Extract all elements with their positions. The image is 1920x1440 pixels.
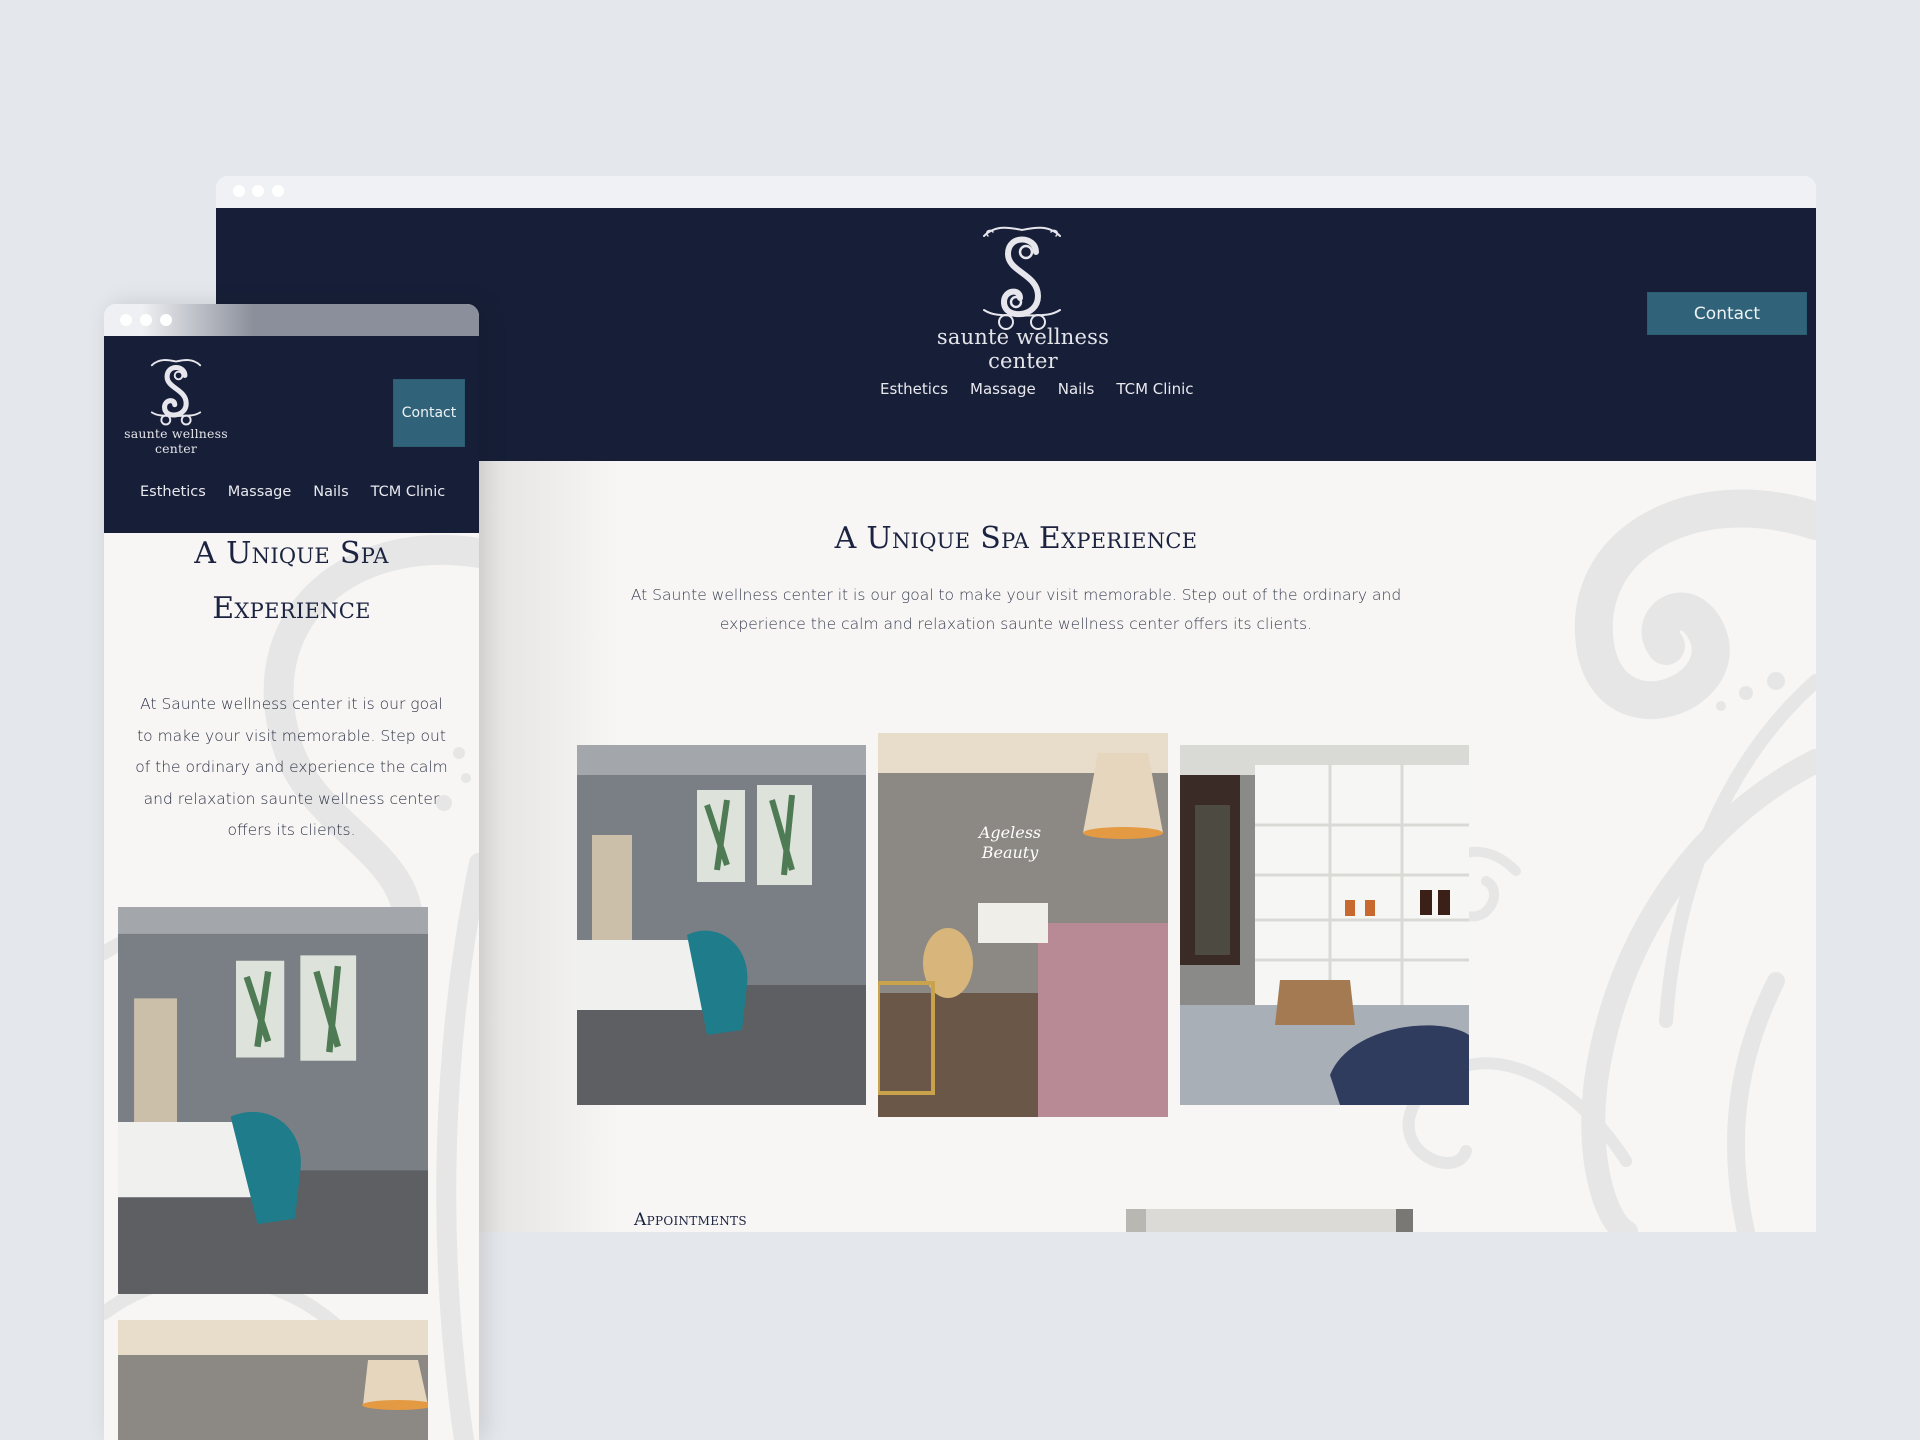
window-dot-icon bbox=[160, 314, 172, 326]
mobile-gallery-photo-esthetics-room[interactable] bbox=[118, 1320, 428, 1440]
appointments-photo bbox=[1126, 1209, 1413, 1232]
brand-name-line2: center bbox=[154, 441, 198, 456]
nav-item-tcm-clinic[interactable]: TCM Clinic bbox=[1116, 380, 1193, 398]
gallery-photo-esthetics-room[interactable]: Ageless Beauty bbox=[878, 733, 1168, 1117]
window-dot-icon bbox=[120, 314, 132, 326]
mobile-gallery-photo-massage-room[interactable] bbox=[118, 907, 428, 1294]
neon-sign-text: Beauty bbox=[981, 843, 1040, 862]
contact-button[interactable]: Contact bbox=[1647, 292, 1807, 335]
hero-paragraph-line1: At Saunte wellness center it is our goal… bbox=[630, 586, 1402, 604]
hero-paragraph: At Saunte wellness center it is our goal… bbox=[466, 581, 1566, 639]
brand-name[interactable]: saunte wellness center bbox=[916, 325, 1130, 373]
mobile-browser-mockup: saunte wellness center Contact Esthetics… bbox=[104, 304, 479, 1440]
window-dot-icon bbox=[272, 185, 284, 197]
mobile-hero-heading: A Unique Spa Experience bbox=[104, 526, 479, 636]
ornate-s-monogram-icon[interactable] bbox=[978, 222, 1066, 334]
mobile-hero-paragraph-line: offers its clients. bbox=[227, 821, 356, 839]
brand-name-line1: saunte wellness bbox=[124, 426, 228, 441]
mobile-hero-paragraph-line: to make your visit memorable. Step out bbox=[137, 726, 446, 745]
window-dot-icon bbox=[252, 185, 264, 197]
brand-name-line2: center bbox=[988, 349, 1058, 373]
browser-chrome-bar bbox=[216, 176, 1816, 208]
neon-sign-text: Ageless bbox=[977, 823, 1041, 842]
ornate-s-monogram-icon[interactable] bbox=[148, 356, 204, 428]
nav-item-massage[interactable]: Massage bbox=[228, 484, 292, 500]
nav-item-nails[interactable]: Nails bbox=[313, 484, 348, 500]
mobile-brand-name[interactable]: saunte wellness center bbox=[122, 426, 230, 456]
nav-item-esthetics[interactable]: Esthetics bbox=[880, 380, 948, 398]
hero-heading: A Unique Spa Experience bbox=[834, 521, 1198, 556]
mobile-hero-paragraph-line: and relaxation saunte wellness center bbox=[143, 789, 440, 808]
mobile-hero-paragraph-line: of the ordinary and experience the calm bbox=[135, 758, 448, 776]
mobile-hero-paragraph: At Saunte wellness center it is our goal… bbox=[104, 689, 479, 847]
brand-name-line1: saunte wellness bbox=[936, 325, 1110, 349]
appointments-heading: Appointments bbox=[634, 1210, 747, 1230]
window-dot-icon bbox=[140, 314, 152, 326]
mobile-contact-button[interactable]: Contact bbox=[393, 379, 465, 447]
mobile-hero-heading-line1: A Unique Spa bbox=[194, 536, 389, 571]
mobile-main-nav: Esthetics Massage Nails TCM Clinic bbox=[140, 484, 445, 500]
nav-item-massage[interactable]: Massage bbox=[970, 380, 1036, 398]
main-nav: Esthetics Massage Nails TCM Clinic bbox=[880, 380, 1194, 398]
mobile-site-header: saunte wellness center Contact Esthetics… bbox=[104, 336, 479, 533]
hero-paragraph-line2: experience the calm and relaxation saunt… bbox=[719, 615, 1313, 633]
mobile-browser-chrome-bar bbox=[104, 304, 479, 336]
gallery-photo-retail-area[interactable] bbox=[1180, 745, 1469, 1105]
window-dot-icon bbox=[233, 185, 245, 197]
nav-item-tcm-clinic[interactable]: TCM Clinic bbox=[371, 484, 446, 500]
nav-item-nails[interactable]: Nails bbox=[1058, 380, 1095, 398]
gallery-photo-massage-room[interactable] bbox=[577, 745, 866, 1105]
nav-item-esthetics[interactable]: Esthetics bbox=[140, 484, 206, 500]
mobile-hero-heading-line2: Experience bbox=[212, 591, 371, 626]
mobile-hero-paragraph-line: At Saunte wellness center it is our goal bbox=[140, 695, 443, 713]
